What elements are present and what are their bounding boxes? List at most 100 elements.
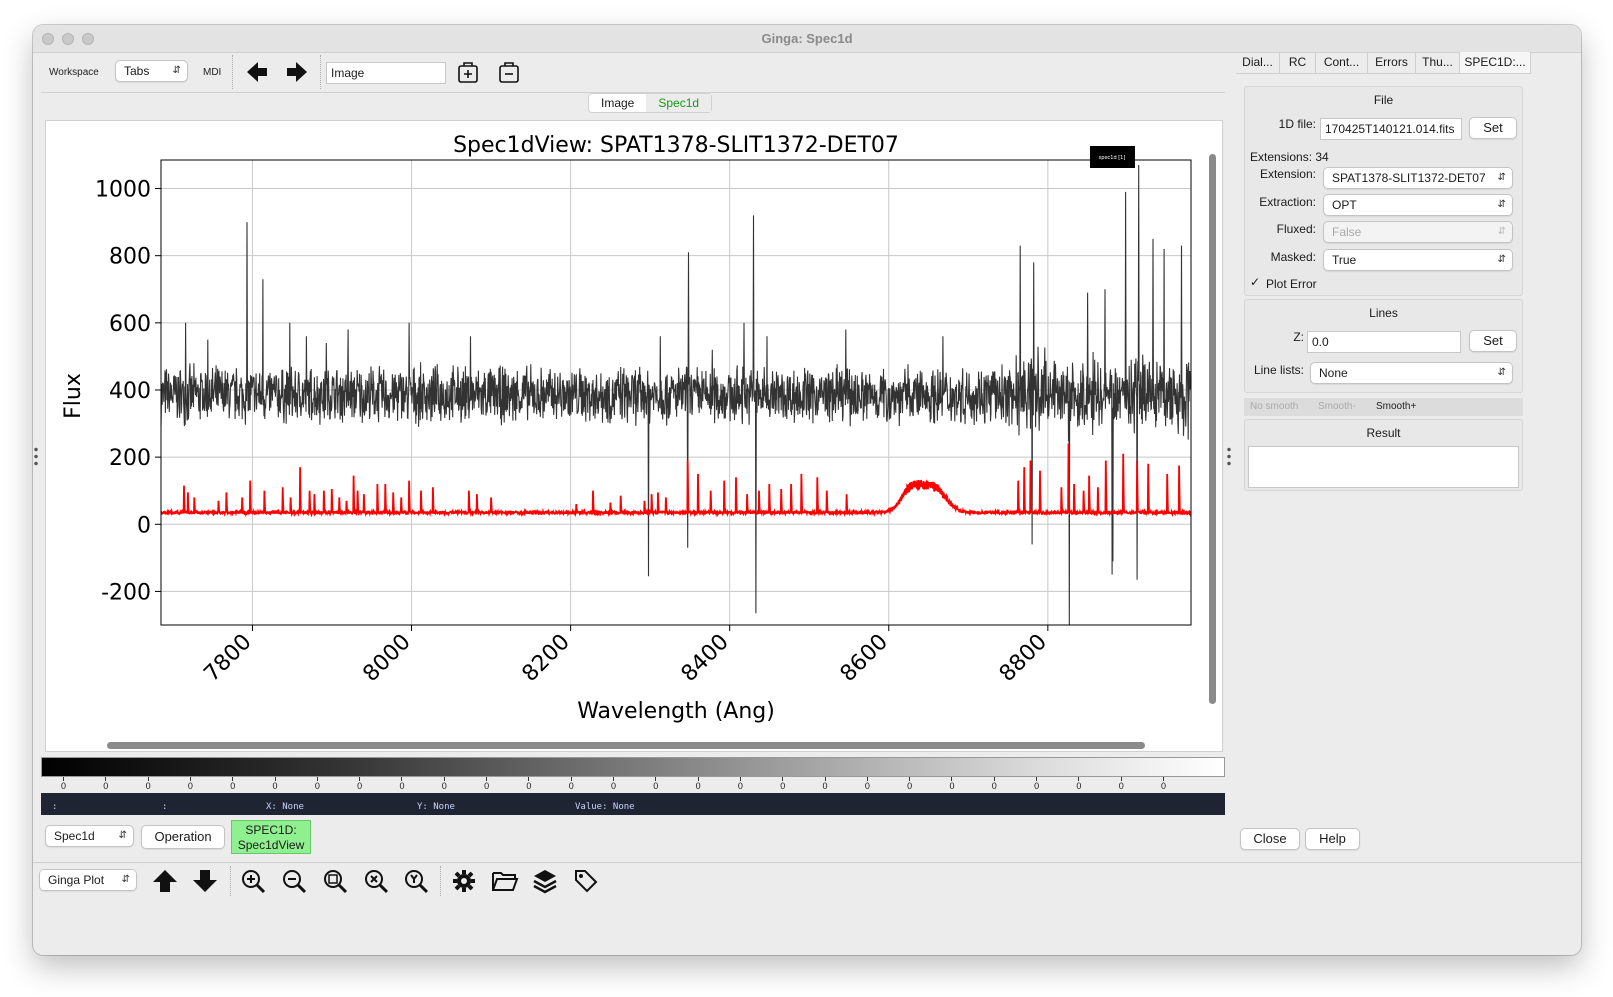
x-tick-label: 7800 (199, 630, 256, 687)
line-lists-select[interactable]: None ⇵ (1310, 362, 1513, 384)
no-smooth-button[interactable]: No smooth (1250, 401, 1298, 412)
tab-contents[interactable]: Cont... (1316, 52, 1368, 73)
tab-spec1d[interactable]: SPEC1D:... (1460, 52, 1531, 73)
file-set-button[interactable]: Set (1469, 117, 1517, 139)
colorbar-tick-label: 0 (822, 777, 828, 791)
arrow-up-icon[interactable] (150, 866, 180, 896)
toolbar-divider (230, 866, 231, 896)
channel-select-value: Spec1d (54, 829, 95, 843)
remove-channel-icon[interactable] (494, 57, 524, 87)
chart-legend: spec1d [1] (1090, 146, 1135, 168)
result-textbox[interactable] (1248, 446, 1519, 488)
colorbar-tick-label: 0 (568, 777, 574, 791)
title-bar: Ginga: Spec1d (33, 25, 1581, 53)
zoom-window-icon[interactable] (82, 33, 94, 45)
arrow-left-icon[interactable] (242, 57, 272, 87)
arrow-down-icon[interactable] (190, 866, 220, 896)
colorbar[interactable] (41, 757, 1225, 777)
redshift-input[interactable]: 0.0 (1307, 331, 1461, 353)
plot-type-select-value: Ginga Plot (48, 873, 105, 887)
updown-icon: ⇵ (1497, 226, 1506, 237)
layers-icon[interactable] (530, 866, 560, 896)
tab-image[interactable]: Image (589, 94, 646, 112)
colorbar-ticks: 0 0 0 0 0 0 0 0 0 0 0 0 0 0 0 0 0 0 0 0 0 0 0 0 0 0 0 (41, 777, 1225, 793)
minimize-window-icon[interactable] (62, 33, 74, 45)
zoom-y-icon[interactable] (401, 866, 431, 896)
colorbar-tick-label: 0 (1161, 777, 1167, 791)
channel-select[interactable]: Spec1d ⇵ (45, 825, 134, 847)
zoom-fit-icon[interactable] (320, 866, 350, 896)
tab-dialogs[interactable]: Dial... (1236, 52, 1280, 73)
result-heading: Result (1366, 426, 1401, 440)
redshift-set-button[interactable]: Set (1469, 330, 1517, 352)
smooth-plus-button[interactable]: Smooth+ (1376, 401, 1416, 412)
colorbar-tick-label: 0 (357, 777, 363, 791)
colorbar-tick-label: 0 (484, 777, 490, 791)
z-label: Z: (1293, 330, 1304, 344)
colorbar-tick-label: 0 (780, 777, 786, 791)
arrow-right-icon[interactable] (282, 57, 312, 87)
tab-thumbs[interactable]: Thu... (1416, 52, 1460, 73)
extraction-select-value: OPT (1332, 198, 1357, 212)
colorbar-tick-label: 0 (737, 777, 743, 791)
workspace-label: Workspace (49, 67, 99, 78)
line-lists-label: Line lists: (1253, 363, 1304, 377)
zoom-out-icon[interactable] (279, 866, 309, 896)
colorbar-tick-label: 0 (441, 777, 447, 791)
add-channel-icon[interactable] (453, 57, 483, 87)
fluxed-label: Fluxed: (1276, 222, 1316, 236)
extraction-select[interactable]: OPT ⇵ (1323, 194, 1513, 216)
colorbar-tick-label: 0 (907, 777, 913, 791)
extensions-count: Extensions: 34 (1250, 150, 1329, 164)
tags-icon[interactable] (571, 866, 601, 896)
colorbar-tick-label: 0 (1118, 777, 1124, 791)
spec1d-plugin-button[interactable]: SPEC1D: Spec1dView (231, 820, 311, 854)
file-label: 1D file: (1278, 117, 1316, 131)
operation-button[interactable]: Operation (141, 825, 225, 849)
plot-type-select[interactable]: Ginga Plot ⇵ (39, 869, 137, 891)
gear-icon[interactable] (449, 866, 479, 896)
updown-icon: ⇵ (118, 830, 127, 841)
mdi-label: MDI (203, 67, 222, 78)
close-button[interactable]: Close (1240, 828, 1300, 850)
tab-spec1d[interactable]: Spec1d (646, 94, 712, 112)
colorbar-tick-label: 0 (230, 777, 236, 791)
colorbar-tick-label: 0 (949, 777, 955, 791)
plot-vertical-scrollbar[interactable] (1209, 154, 1216, 704)
y-tick-label: 0 (137, 513, 151, 538)
plugin-tabs: Dial... RC Cont... Errors Thu... SPEC1D:… (1236, 52, 1531, 74)
updown-icon: ⇵ (1497, 168, 1506, 188)
splitter-handle[interactable] (1227, 446, 1231, 468)
legend-entry: spec1d [1] (1099, 155, 1126, 161)
readout-x: X: None (266, 802, 304, 812)
spectrum-chart[interactable]: Spec1dView: SPAT1378-SLIT1372-DET07 Wave… (46, 121, 1206, 736)
y-tick-label: 800 (109, 245, 151, 270)
y-tick-label: 400 (109, 379, 151, 404)
colorbar-tick-label: 0 (61, 777, 67, 791)
tab-rc[interactable]: RC (1280, 52, 1316, 73)
workspace-select[interactable]: Tabs ⇵ (115, 60, 188, 82)
line-lists-select-value: None (1319, 366, 1348, 380)
file-path-input[interactable]: 170425T140121.014.fits (1320, 118, 1462, 140)
y-tick-label: 1000 (95, 178, 151, 203)
plot-error-label: Plot Error (1266, 277, 1317, 291)
updown-icon: ⇵ (172, 65, 181, 76)
plot-error-checkbox[interactable]: ✓ (1250, 276, 1262, 288)
splitter-handle[interactable] (34, 446, 38, 468)
chart-series (160, 164, 1192, 626)
channel-name-input[interactable]: Image (326, 62, 446, 84)
colorbar-tick-label: 0 (399, 777, 405, 791)
folder-open-icon[interactable] (490, 866, 520, 896)
zoom-in-icon[interactable] (238, 866, 268, 896)
smooth-minus-button[interactable]: Smooth- (1318, 401, 1356, 412)
close-window-icon[interactable] (42, 33, 54, 45)
help-button[interactable]: Help (1305, 828, 1360, 850)
plot-horizontal-scrollbar[interactable] (107, 742, 1145, 749)
zoom-x-icon[interactable] (361, 866, 391, 896)
colorbar-tick-label: 0 (187, 777, 193, 791)
masked-select[interactable]: True ⇵ (1323, 249, 1513, 271)
bottom-divider (33, 862, 1581, 863)
tab-errors[interactable]: Errors (1368, 52, 1416, 73)
extension-select[interactable]: SPAT1378-SLIT1372-DET07 ⇵ (1323, 167, 1513, 189)
file-heading: File (1373, 93, 1394, 107)
